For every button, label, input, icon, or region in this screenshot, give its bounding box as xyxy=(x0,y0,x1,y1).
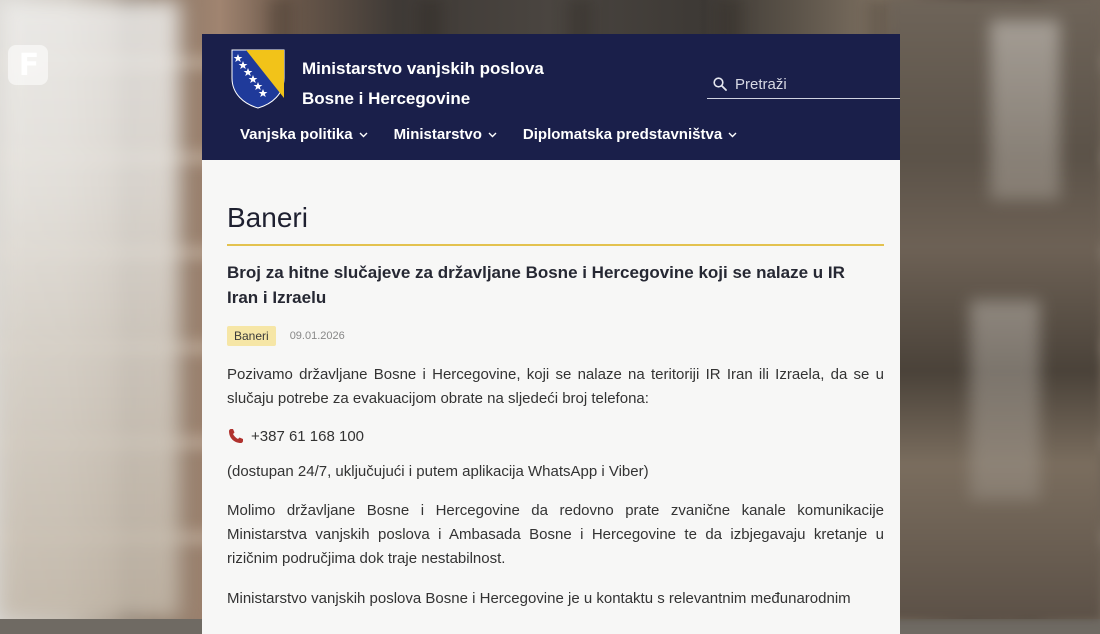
phone-icon xyxy=(229,429,243,443)
nav-item-diplomatska-predstavnistva[interactable]: Diplomatska predstavništva xyxy=(523,126,737,143)
nav-item-vanjska-politika[interactable]: Vanjska politika xyxy=(240,126,368,143)
chevron-down-icon xyxy=(728,132,737,138)
main-content: Baneri Broj za hitne slučajeve za državl… xyxy=(202,160,900,611)
article-meta: Baneri 09.01.2026 xyxy=(227,326,884,346)
background-window xyxy=(970,300,1040,500)
chevron-down-icon xyxy=(488,132,497,138)
phone-line: +387 61 168 100 xyxy=(227,427,884,445)
search-input[interactable] xyxy=(733,74,887,94)
article-title[interactable]: Broj za hitne slučajeve za državljane Bo… xyxy=(227,260,867,310)
page-title: Baneri xyxy=(227,160,884,246)
main-nav: Vanjska politika Ministarstvo Diplomatsk… xyxy=(240,126,737,143)
search-box[interactable] xyxy=(707,70,900,99)
search-icon xyxy=(713,77,727,91)
article-date: 09.01.2026 xyxy=(289,330,345,342)
channel-logo: F xyxy=(8,45,48,85)
ministry-webpage: Ministarstvo vanjskih poslova Bosne i He… xyxy=(202,34,900,634)
nav-item-label: Diplomatska predstavništva xyxy=(522,126,723,143)
background-window xyxy=(990,20,1060,200)
phone-number[interactable]: +387 61 168 100 xyxy=(251,428,364,445)
nav-item-label: Vanjska politika xyxy=(240,126,353,143)
coat-of-arms-icon[interactable] xyxy=(230,48,286,110)
site-title-line1: Ministarstvo vanjskih poslova xyxy=(302,59,544,78)
site-header: Ministarstvo vanjskih poslova Bosne i He… xyxy=(202,34,900,160)
article-paragraph: (dostupan 24/7, uključujući i putem apli… xyxy=(227,463,649,480)
category-tag[interactable]: Baneri xyxy=(227,326,276,346)
site-title-line2: Bosne i Hercegovine xyxy=(302,89,471,108)
article-paragraph: Pozivamo državljane Bosne i Hercegovine,… xyxy=(227,366,884,407)
chevron-down-icon xyxy=(359,132,368,138)
nav-item-ministarstvo[interactable]: Ministarstvo xyxy=(394,126,497,143)
article-paragraph: Ministarstvo vanjskih poslova Bosne i He… xyxy=(227,590,851,607)
site-title[interactable]: Ministarstvo vanjskih poslova Bosne i He… xyxy=(302,54,544,114)
article-paragraph: Molimo državljane Bosne i Hercegovine da… xyxy=(227,502,884,567)
nav-item-label: Ministarstvo xyxy=(393,126,482,143)
